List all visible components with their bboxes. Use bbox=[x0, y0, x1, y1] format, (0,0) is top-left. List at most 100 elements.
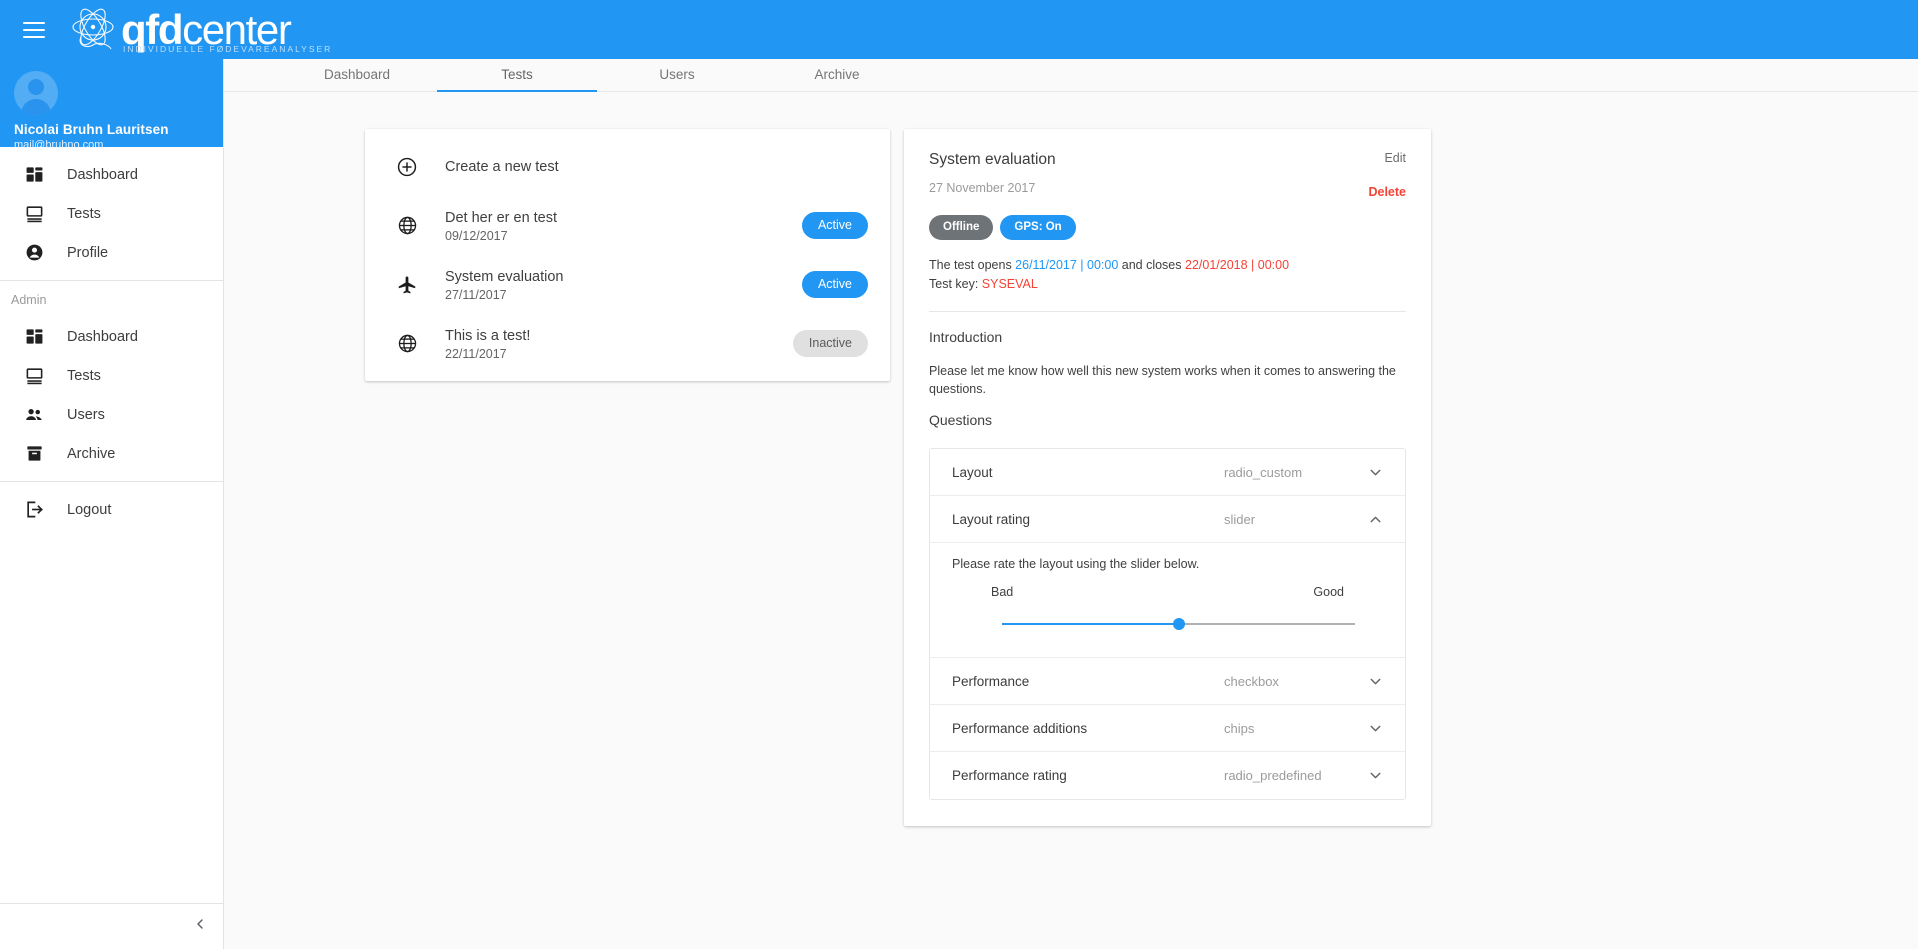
detail-date: 27 November 2017 bbox=[929, 181, 1036, 195]
accordion-item-performance[interactable]: Performance checkbox bbox=[930, 658, 1405, 705]
schedule-close-date: 22/01/2018 | 00:00 bbox=[1185, 258, 1290, 272]
sidebar-profile-block[interactable]: Nicolai Bruhn Lauritsen mail@bruhno.com bbox=[0, 59, 223, 151]
divider bbox=[929, 311, 1406, 312]
accordion-item-layout-rating[interactable]: Layout rating slider bbox=[930, 496, 1405, 543]
sidebar-user-nav: Dashboard Tests Profile bbox=[0, 147, 223, 280]
table-row[interactable]: System evaluation 27/11/2017 Active bbox=[365, 255, 890, 314]
rating-slider[interactable] bbox=[1002, 617, 1355, 631]
sidebar-item-admin-tests[interactable]: Tests bbox=[0, 356, 223, 395]
sidebar-item-dashboard[interactable]: Dashboard bbox=[0, 155, 223, 194]
tab-label: Tests bbox=[501, 67, 533, 82]
chevron-down-icon bbox=[1367, 673, 1384, 690]
introduction-heading: Introduction bbox=[929, 329, 1003, 345]
schedule-middle: and closes bbox=[1118, 258, 1185, 272]
chevron-down-icon bbox=[1367, 767, 1384, 784]
detail-actions: Edit Delete bbox=[1368, 151, 1406, 199]
table-row[interactable]: Det her er en test 09/12/2017 Active bbox=[365, 196, 890, 255]
accordion-body-layout-rating: Please rate the layout using the slider … bbox=[930, 543, 1405, 658]
hamburger-icon[interactable] bbox=[23, 21, 45, 38]
sidebar-item-label: Logout bbox=[67, 501, 112, 518]
sidebar-collapse-button[interactable] bbox=[0, 903, 224, 949]
sidebar-admin-nav: Dashboard Tests Users Archive bbox=[0, 317, 223, 481]
question-type: slider bbox=[1224, 511, 1256, 527]
atom-logo-icon bbox=[67, 7, 119, 53]
sidebar-item-label: Archive bbox=[67, 445, 116, 462]
detail-badges: Offline GPS: On bbox=[929, 215, 1406, 240]
detail-meta: The test opens 26/11/2017 | 00:00 and cl… bbox=[929, 256, 1406, 294]
status-badge[interactable]: Active bbox=[801, 271, 868, 298]
panes: Create a new test Det her er en test 09/… bbox=[224, 92, 1918, 826]
status-badge[interactable]: Inactive bbox=[792, 330, 868, 357]
top-bar: qfdcenter INDIVIDUELLE FØDEVAREANALYSER bbox=[0, 0, 1918, 59]
accordion-item-layout[interactable]: Layout radio_custom bbox=[930, 449, 1405, 496]
sidebar-item-label: Dashboard bbox=[67, 328, 138, 345]
monitor-icon bbox=[23, 203, 45, 225]
test-title: Det her er en test bbox=[445, 209, 558, 226]
question-name: Layout rating bbox=[952, 511, 1031, 527]
people-icon bbox=[23, 404, 45, 426]
test-date: 27/11/2017 bbox=[445, 287, 507, 302]
sidebar-item-admin-archive[interactable]: Archive bbox=[0, 434, 223, 473]
logo-subtitle: INDIVIDUELLE FØDEVAREANALYSER bbox=[123, 43, 333, 54]
status-badge[interactable]: Active bbox=[801, 212, 868, 239]
question-prompt: Please rate the layout using the slider … bbox=[952, 557, 1200, 571]
schedule-open-date: 26/11/2017 | 00:00 bbox=[1015, 258, 1119, 272]
logout-icon bbox=[23, 499, 45, 521]
sidebar-item-profile[interactable]: Profile bbox=[0, 233, 223, 272]
slider-thumb[interactable] bbox=[1172, 618, 1185, 630]
archive-icon bbox=[23, 443, 45, 465]
dashboard-icon bbox=[23, 164, 45, 186]
sidebar-item-logout[interactable]: Logout bbox=[0, 490, 223, 529]
content-area: Dashboard Tests Users Archive Create a n… bbox=[224, 59, 1918, 949]
sidebar-item-label: Users bbox=[67, 406, 105, 423]
tab-dashboard[interactable]: Dashboard bbox=[277, 59, 437, 91]
introduction-text: Please let me know how well this new sys… bbox=[929, 364, 1396, 396]
sidebar-item-admin-dashboard[interactable]: Dashboard bbox=[0, 317, 223, 356]
test-date: 22/11/2017 bbox=[445, 346, 507, 361]
globe-icon bbox=[395, 214, 419, 238]
profile-email: mail@bruhno.com bbox=[14, 139, 104, 151]
test-key-line: Test key: SYSEVAL bbox=[929, 275, 1406, 294]
airplane-icon bbox=[395, 273, 419, 297]
test-key-value: SYSEVAL bbox=[981, 277, 1038, 291]
sidebar-item-label: Dashboard bbox=[67, 166, 138, 183]
question-type: radio_predefined bbox=[1224, 768, 1322, 783]
sidebar-item-label: Tests bbox=[67, 367, 101, 384]
question-name: Layout bbox=[952, 464, 993, 480]
tab-tests[interactable]: Tests bbox=[437, 59, 597, 92]
profile-name: Nicolai Bruhn Lauritsen bbox=[14, 122, 169, 137]
monitor-icon bbox=[23, 365, 45, 387]
question-name: Performance rating bbox=[952, 768, 1067, 783]
sidebar-item-tests[interactable]: Tests bbox=[0, 194, 223, 233]
chevron-left-icon bbox=[192, 916, 208, 937]
sidebar-admin-section-label: Admin bbox=[11, 293, 47, 307]
test-key-label: Test key: bbox=[929, 277, 982, 291]
app-root: qfdcenter INDIVIDUELLE FØDEVAREANALYSER … bbox=[0, 0, 1918, 949]
plus-circle-icon bbox=[395, 155, 419, 179]
edit-button[interactable]: Edit bbox=[1368, 151, 1406, 165]
avatar-icon bbox=[14, 71, 58, 115]
chevron-up-icon bbox=[1367, 511, 1384, 528]
sidebar-item-admin-users[interactable]: Users bbox=[0, 395, 223, 434]
schedule-prefix: The test opens bbox=[929, 258, 1016, 272]
sidebar: Nicolai Bruhn Lauritsen mail@bruhno.com … bbox=[0, 59, 224, 949]
create-new-test-row[interactable]: Create a new test bbox=[365, 137, 890, 196]
chevron-down-icon bbox=[1367, 464, 1384, 481]
questions-heading: Questions bbox=[929, 412, 993, 428]
question-name: Performance bbox=[952, 673, 1030, 689]
create-new-test-label: Create a new test bbox=[445, 158, 559, 175]
table-row[interactable]: This is a test! 22/11/2017 Inactive bbox=[365, 314, 890, 373]
sidebar-item-label: Tests bbox=[67, 205, 101, 222]
delete-button[interactable]: Delete bbox=[1368, 185, 1406, 199]
app-logo[interactable]: qfdcenter INDIVIDUELLE FØDEVAREANALYSER bbox=[67, 0, 330, 59]
tab-label: Dashboard bbox=[323, 67, 391, 82]
accordion-item-performance-additions[interactable]: Performance additions chips bbox=[930, 705, 1405, 752]
sidebar-logout-group: Logout bbox=[0, 482, 223, 537]
schedule-line: The test opens 26/11/2017 | 00:00 and cl… bbox=[929, 256, 1406, 275]
tab-archive[interactable]: Archive bbox=[757, 59, 917, 91]
tab-label: Archive bbox=[814, 67, 860, 82]
question-name: Performance additions bbox=[952, 720, 1088, 736]
accordion-item-performance-rating[interactable]: Performance rating radio_predefined bbox=[930, 752, 1405, 799]
tab-users[interactable]: Users bbox=[597, 59, 757, 91]
test-title: System evaluation bbox=[445, 268, 564, 285]
